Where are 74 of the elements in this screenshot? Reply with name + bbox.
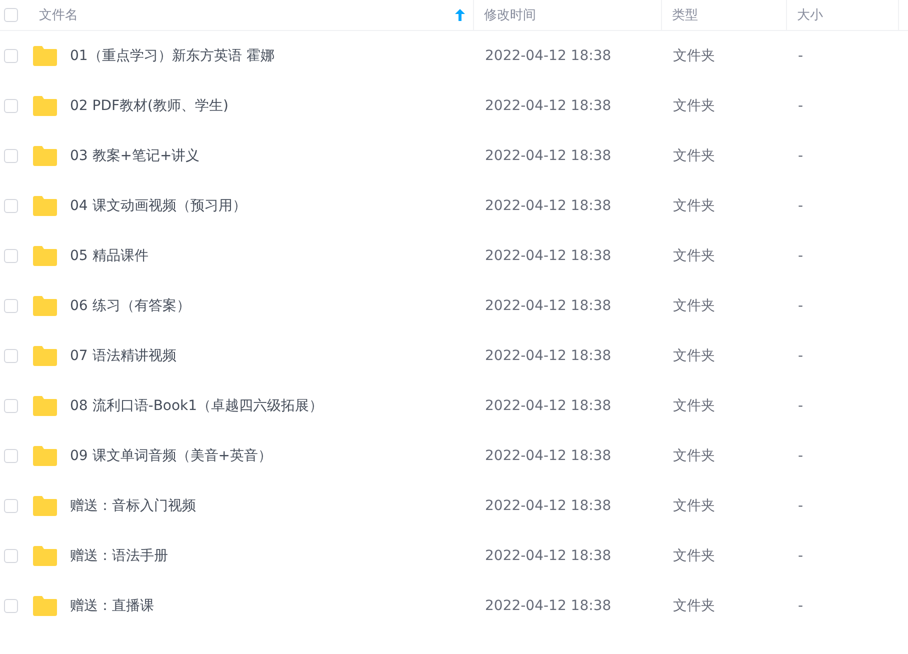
row-checkbox[interactable]: [4, 399, 18, 413]
folder-icon: [32, 96, 58, 116]
table-cell-text: -: [797, 348, 804, 364]
file-name[interactable]: 赠送：语法手册: [70, 547, 168, 565]
table-cell-text: -: [797, 398, 804, 414]
table-cell-text: 2022-04-12 18:38: [484, 248, 612, 264]
file-name[interactable]: 07 语法精讲视频: [70, 347, 176, 365]
folder-icon: [32, 546, 58, 566]
folder-icon: [32, 146, 58, 166]
table-cell-text: 文件夹: [672, 397, 715, 415]
table-cell-text: 2022-04-12 18:38: [484, 498, 612, 514]
row-checkbox[interactable]: [4, 249, 18, 263]
folder-icon: [32, 196, 58, 216]
file-name[interactable]: 03 教案+笔记+讲义: [70, 147, 200, 165]
file-name[interactable]: 06 练习（有答案）: [70, 297, 190, 315]
table-cell-text: -: [797, 198, 804, 214]
table-cell-text: -: [797, 498, 804, 514]
table-cell-text: -: [797, 598, 804, 614]
file-name[interactable]: 08 流利口语-Book1（卓越四六级拓展）: [70, 397, 324, 415]
sort-arrow-icon: [455, 9, 465, 21]
table-cell-text: 文件夹: [672, 347, 715, 365]
table-cell-text: 文件夹: [672, 447, 715, 465]
table-cell-text: 文件夹: [672, 47, 715, 65]
table-cell-text: -: [797, 148, 804, 164]
row-checkbox[interactable]: [4, 499, 18, 513]
table-cell-text: 2022-04-12 18:38: [484, 398, 612, 414]
folder-icon: [32, 446, 58, 466]
file-name[interactable]: 05 精品课件: [70, 247, 148, 265]
table-cell-text: -: [797, 48, 804, 64]
row-checkbox[interactable]: [4, 149, 18, 163]
table-cell-text: 文件夹: [672, 597, 715, 615]
table-cell-text: 2022-04-12 18:38: [484, 98, 612, 114]
folder-icon: [32, 46, 58, 66]
row-checkbox[interactable]: [4, 599, 18, 613]
table-cell-text: 2022-04-12 18:38: [484, 448, 612, 464]
table-cell-text: 文件夹: [672, 97, 715, 115]
select-all-checkbox[interactable]: [4, 8, 18, 22]
folder-icon: [32, 396, 58, 416]
table-cell-text: -: [797, 248, 804, 264]
table-cell-text: 2022-04-12 18:38: [484, 198, 612, 214]
table-cell-text: 文件夹: [672, 247, 715, 265]
row-checkbox[interactable]: [4, 299, 18, 313]
table-cell-text: 文件夹: [672, 297, 715, 315]
table-cell-text: 2022-04-12 18:38: [484, 48, 612, 64]
table-cell-text: -: [797, 548, 804, 564]
file-name[interactable]: 02 PDF教材(教师、学生): [70, 97, 228, 115]
folder-icon: [32, 296, 58, 316]
row-checkbox[interactable]: [4, 49, 18, 63]
file-name[interactable]: 09 课文单词音频（美音+英音）: [70, 447, 272, 465]
row-checkbox[interactable]: [4, 99, 18, 113]
row-checkbox[interactable]: [4, 449, 18, 463]
table-cell-text: 文件夹: [672, 147, 715, 165]
row-checkbox[interactable]: [4, 199, 18, 213]
table-cell-text: -: [797, 298, 804, 314]
folder-icon: [32, 346, 58, 366]
table-cell-text: 文件夹: [672, 497, 715, 515]
table-cell-text: -: [797, 448, 804, 464]
table-cell-text: 2022-04-12 18:38: [484, 598, 612, 614]
file-name[interactable]: 赠送：直播课: [70, 597, 154, 615]
file-name[interactable]: 01（重点学习）新东方英语 霍娜: [70, 47, 274, 65]
table-cell-text: 2022-04-12 18:38: [484, 148, 612, 164]
table-cell-text: 文件夹: [672, 197, 715, 215]
row-checkbox[interactable]: [4, 549, 18, 563]
table-cell-text: 2022-04-12 18:38: [484, 348, 612, 364]
folder-icon: [32, 596, 58, 616]
table-cell-text: 文件夹: [672, 547, 715, 565]
table-cell-text: 2022-04-12 18:38: [484, 298, 612, 314]
folder-icon: [32, 246, 58, 266]
table-cell-text: 2022-04-12 18:38: [484, 548, 612, 564]
row-checkbox[interactable]: [4, 349, 18, 363]
table-cell-text: -: [797, 98, 804, 114]
file-name[interactable]: 赠送：音标入门视频: [70, 497, 196, 515]
folder-icon: [32, 496, 58, 516]
file-name[interactable]: 04 课文动画视频（预习用）: [70, 197, 246, 215]
